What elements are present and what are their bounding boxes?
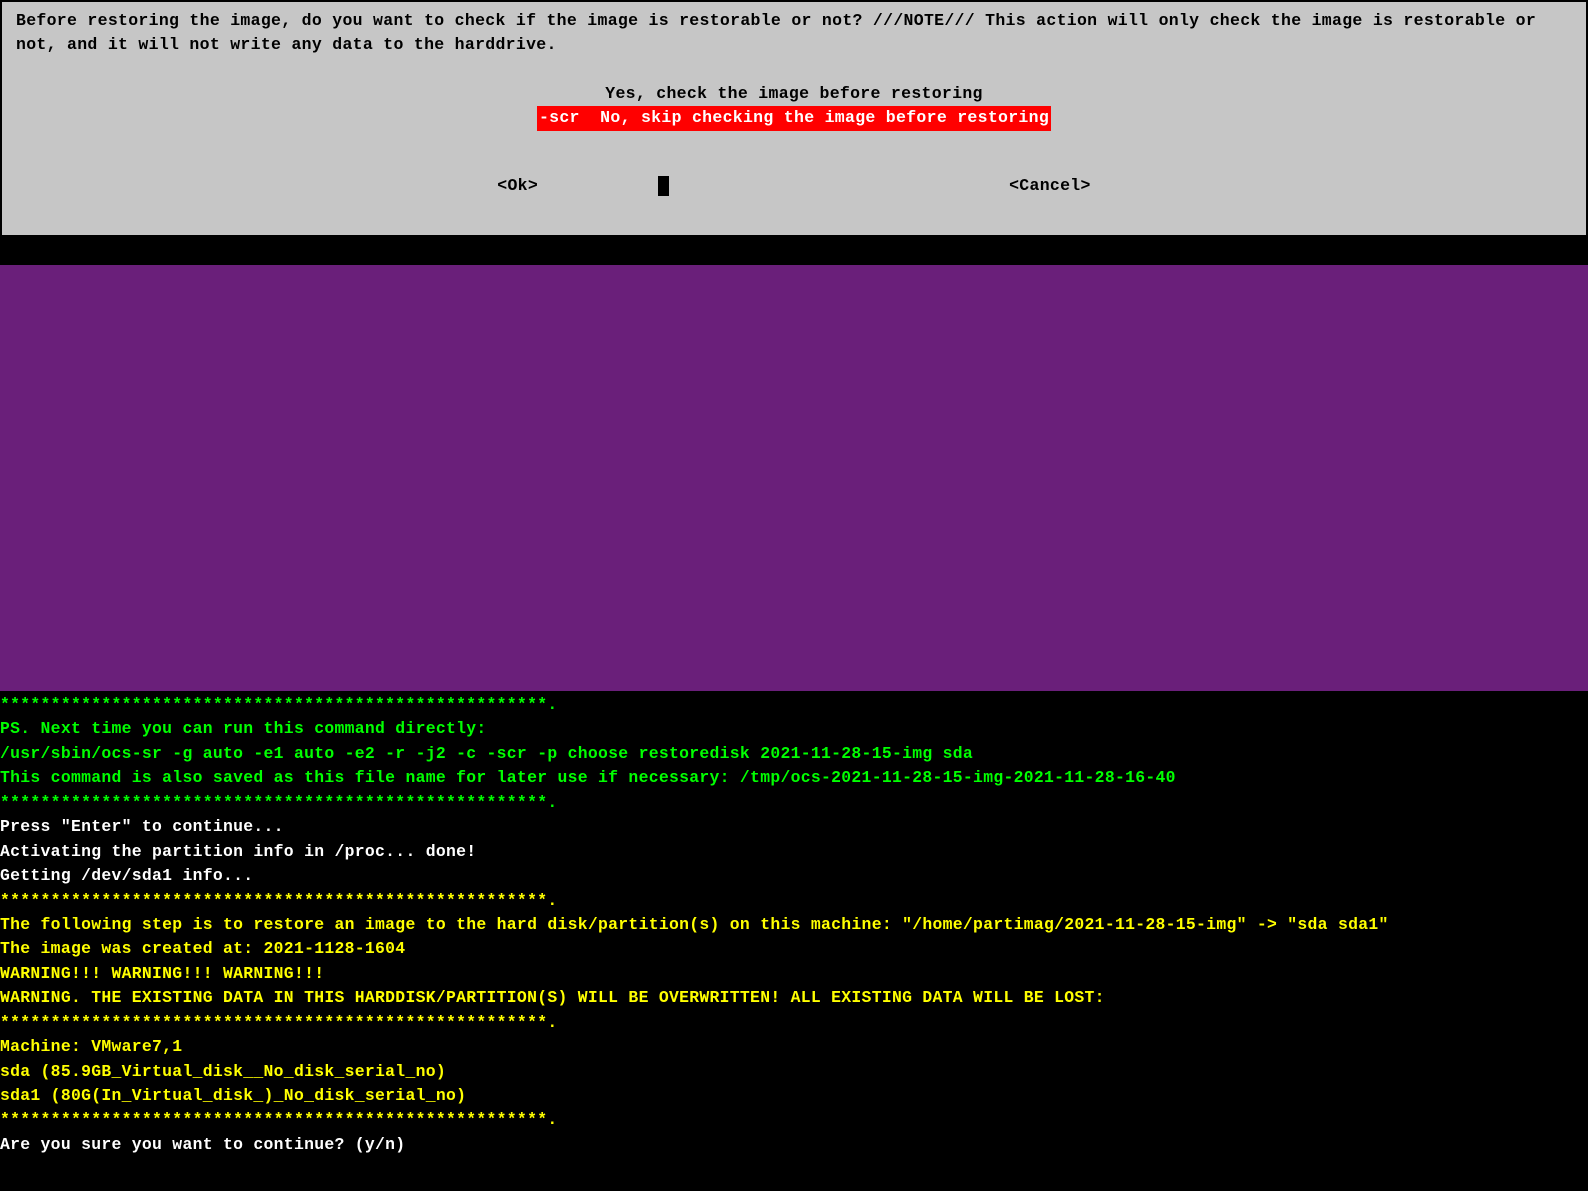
terminal-line: Are you sure you want to continue? (y/n) — [0, 1133, 1588, 1157]
terminal-output: ****************************************… — [0, 691, 1588, 1159]
cursor-icon — [658, 176, 669, 196]
terminal-line: Activating the partition info in /proc..… — [0, 840, 1588, 864]
option-no-skip[interactable]: -scr No, skip checking the image before … — [537, 106, 1051, 130]
dialog-prompt: Before restoring the image, do you want … — [16, 9, 1572, 58]
terminal-line: The image was created at: 2021-1128-1604 — [0, 937, 1588, 961]
terminal-line: This command is also saved as this file … — [0, 766, 1588, 790]
dialog-options: Yes, check the image before restoring -s… — [16, 82, 1572, 131]
terminal-line: ****************************************… — [0, 791, 1588, 815]
terminal-line: WARNING!!! WARNING!!! WARNING!!! — [0, 962, 1588, 986]
black-strip — [0, 237, 1588, 265]
terminal-line: ****************************************… — [0, 693, 1588, 717]
terminal-line: sda1 (80G(In_Virtual_disk_)_No_disk_seri… — [0, 1084, 1588, 1108]
dialog-box: Before restoring the image, do you want … — [0, 0, 1588, 237]
terminal-line: ****************************************… — [0, 1011, 1588, 1035]
terminal-line: WARNING. THE EXISTING DATA IN THIS HARDD… — [0, 986, 1588, 1010]
dialog-area: Before restoring the image, do you want … — [0, 0, 1588, 237]
terminal-line: The following step is to restore an imag… — [0, 913, 1588, 937]
terminal-line: ****************************************… — [0, 1108, 1588, 1132]
option-yes-check[interactable]: Yes, check the image before restoring — [605, 82, 982, 106]
terminal-line: Press "Enter" to continue... — [0, 815, 1588, 839]
ok-button[interactable]: <Ok> — [497, 176, 538, 196]
terminal-line: PS. Next time you can run this command d… — [0, 717, 1588, 741]
terminal-line: ****************************************… — [0, 889, 1588, 913]
dialog-buttons: <Ok> <Cancel> — [16, 176, 1572, 196]
cancel-button[interactable]: <Cancel> — [1009, 176, 1091, 196]
terminal-line: Machine: VMware7,1 — [0, 1035, 1588, 1059]
terminal-line: Getting /dev/sda1 info... — [0, 864, 1588, 888]
desktop-background — [0, 265, 1588, 691]
terminal-line: /usr/sbin/ocs-sr -g auto -e1 auto -e2 -r… — [0, 742, 1588, 766]
terminal-line: sda (85.9GB_Virtual_disk__No_disk_serial… — [0, 1060, 1588, 1084]
